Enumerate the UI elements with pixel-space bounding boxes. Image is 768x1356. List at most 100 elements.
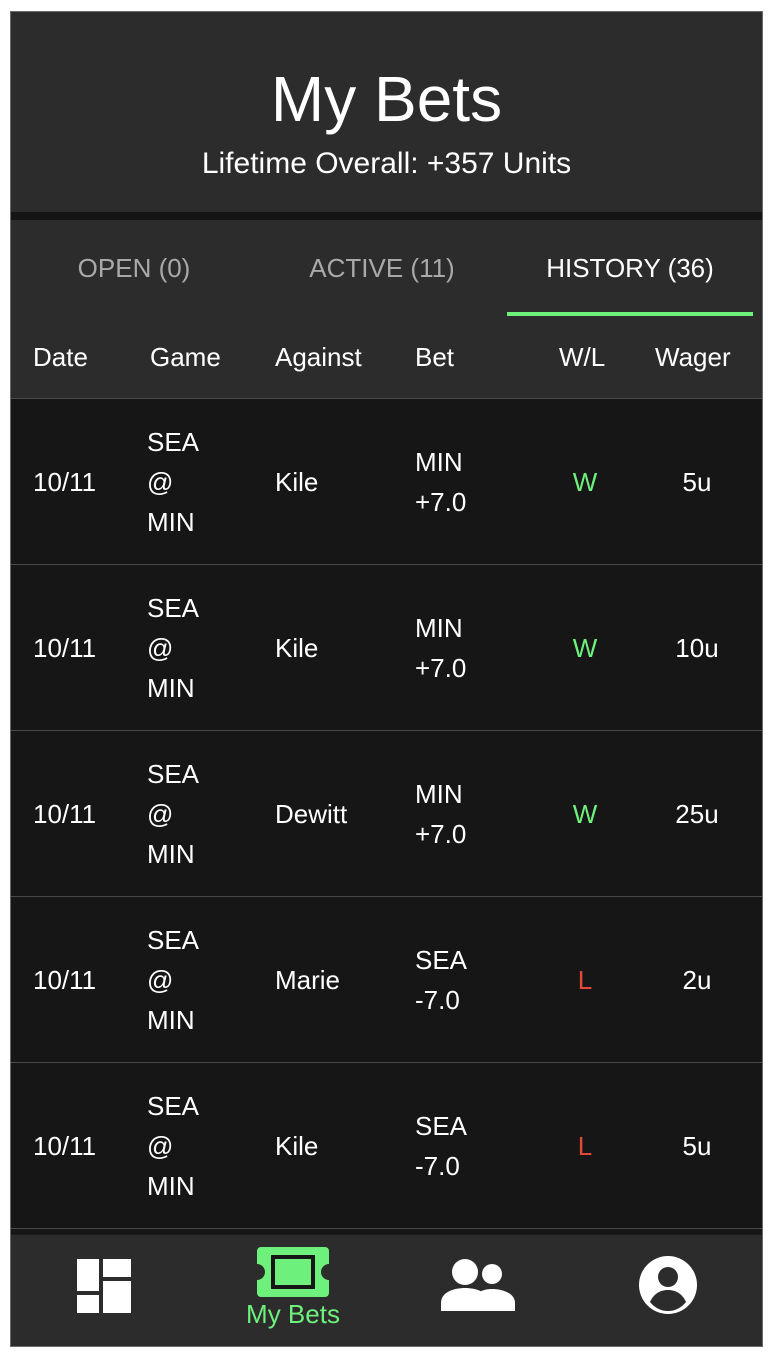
wager-cell: 25u <box>647 731 747 896</box>
game-line: MIN <box>147 672 195 703</box>
wager-cell: 5u <box>647 1063 747 1228</box>
wager-amount: 10u <box>675 632 719 663</box>
bet-date: 10/11 <box>33 632 97 663</box>
against-cell: Kile <box>275 1063 405 1228</box>
bet-row[interactable]: 10/11 SEA @ MIN Marie SEA -7.0 L 2u <box>11 897 762 1063</box>
game-line: SEA <box>147 924 200 955</box>
column-header-bet[interactable]: Bet <box>415 316 454 398</box>
tab-history[interactable]: HISTORY (36) <box>507 220 753 316</box>
nav-dashboard[interactable] <box>11 1235 199 1346</box>
bet-line: MIN +7.0 <box>415 442 466 522</box>
game-line: @ <box>147 466 174 497</box>
game-matchup: SEA @ MIN <box>147 754 199 874</box>
game-cell: SEA @ MIN <box>147 731 267 896</box>
page-title: My Bets <box>270 63 503 135</box>
game-line: MIN <box>147 1004 195 1035</box>
bet-text: MIN <box>415 778 463 809</box>
column-header-game[interactable]: Game <box>150 316 221 398</box>
game-matchup: SEA @ MIN <box>147 422 199 542</box>
game-line: SEA <box>147 592 200 623</box>
against-cell: Marie <box>275 897 405 1062</box>
profile-icon <box>639 1256 697 1314</box>
opponent-name: Kile <box>275 466 319 497</box>
nav-my-bets-label: My Bets <box>246 1299 340 1329</box>
wager-amount: 2u <box>682 964 712 995</box>
lifetime-overall-summary: Lifetime Overall: +357 Units <box>201 147 572 180</box>
bet-row[interactable]: 10/11 SEA @ MIN Kile MIN +7.0 W 5u <box>11 399 762 565</box>
result-cell: L <box>545 1063 625 1228</box>
game-line: SEA <box>147 1090 200 1121</box>
bet-line: MIN +7.0 <box>415 608 466 688</box>
bet-date: 10/11 <box>33 1130 97 1161</box>
opponent-name: Kile <box>275 1130 319 1161</box>
date-cell: 10/11 <box>33 399 143 564</box>
result-badge: L <box>577 964 593 995</box>
game-cell: SEA @ MIN <box>147 1063 267 1228</box>
wager-amount: 5u <box>682 466 712 497</box>
nav-friends[interactable] <box>387 1235 575 1346</box>
date-cell: 10/11 <box>33 897 143 1062</box>
bet-text: MIN <box>415 612 463 643</box>
friends-icon <box>441 1259 515 1311</box>
table-header: Date Game Against Bet W/L Wager <box>11 316 762 399</box>
wager-cell: 10u <box>647 565 747 730</box>
result-badge: W <box>572 632 598 663</box>
game-cell: SEA @ MIN <box>147 399 267 564</box>
wager-cell: 2u <box>647 897 747 1062</box>
bet-row[interactable]: 10/11 SEA @ MIN Dewitt MIN +7.0 W 25u <box>11 731 762 897</box>
date-cell: 10/11 <box>33 731 143 896</box>
bet-text: -7.0 <box>415 1150 460 1181</box>
bet-date: 10/11 <box>33 798 97 829</box>
bet-row[interactable]: 10/11 SEA @ MIN Kile SEA -7.0 L 5u <box>11 1063 762 1229</box>
bet-line: MIN +7.0 <box>415 774 466 854</box>
column-header-wager[interactable]: Wager <box>655 316 731 398</box>
result-cell: W <box>545 399 625 564</box>
game-line: MIN <box>147 838 195 869</box>
game-line: MIN <box>147 1170 195 1201</box>
against-cell: Kile <box>275 565 405 730</box>
tab-active[interactable]: ACTIVE (11) <box>257 220 507 316</box>
game-matchup: SEA @ MIN <box>147 588 199 708</box>
nav-profile[interactable] <box>575 1235 762 1346</box>
result-badge: W <box>572 466 598 497</box>
date-cell: 10/11 <box>33 565 143 730</box>
bottom-nav: My Bets <box>11 1234 762 1346</box>
bet-date: 10/11 <box>33 964 97 995</box>
game-cell: SEA @ MIN <box>147 897 267 1062</box>
page-header: My Bets Lifetime Overall: +357 Units <box>11 12 762 212</box>
game-matchup: SEA @ MIN <box>147 1086 199 1206</box>
against-cell: Kile <box>275 399 405 564</box>
game-matchup: SEA @ MIN <box>147 920 199 1040</box>
bet-cell: SEA -7.0 <box>415 1063 535 1228</box>
wager-cell: 5u <box>647 399 747 564</box>
opponent-name: Marie <box>275 964 341 995</box>
column-header-date[interactable]: Date <box>33 316 88 398</box>
game-cell: SEA @ MIN <box>147 565 267 730</box>
header-divider <box>11 212 762 220</box>
bet-text: MIN <box>415 446 463 477</box>
bet-history-list[interactable]: 10/11 SEA @ MIN Kile MIN +7.0 W 5u 10/11 SEA @ MIN Ki… <box>11 399 762 1234</box>
bet-cell: MIN +7.0 <box>415 399 535 564</box>
result-badge: W <box>572 798 598 829</box>
result-cell: W <box>545 731 625 896</box>
column-header-wl[interactable]: W/L <box>559 316 605 398</box>
wager-amount: 5u <box>682 1130 712 1161</box>
result-cell: W <box>545 565 625 730</box>
game-line: @ <box>147 964 174 995</box>
dashboard-icon <box>77 1259 131 1313</box>
bet-cell: MIN +7.0 <box>415 731 535 896</box>
result-cell: L <box>545 897 625 1062</box>
bet-line: SEA -7.0 <box>415 940 467 1020</box>
opponent-name: Dewitt <box>275 798 348 829</box>
nav-my-bets[interactable]: My Bets <box>199 1235 387 1346</box>
bet-text: +7.0 <box>415 652 467 683</box>
game-line: MIN <box>147 506 195 537</box>
bet-row[interactable]: 10/11 SEA @ MIN Kile MIN +7.0 W 10u <box>11 565 762 731</box>
opponent-name: Kile <box>275 632 319 663</box>
bet-line: SEA -7.0 <box>415 1106 467 1186</box>
game-line: @ <box>147 1130 174 1161</box>
tab-open[interactable]: OPEN (0) <box>11 220 257 316</box>
bet-text: +7.0 <box>415 818 467 849</box>
wager-amount: 25u <box>675 798 719 829</box>
column-header-against[interactable]: Against <box>275 316 362 398</box>
